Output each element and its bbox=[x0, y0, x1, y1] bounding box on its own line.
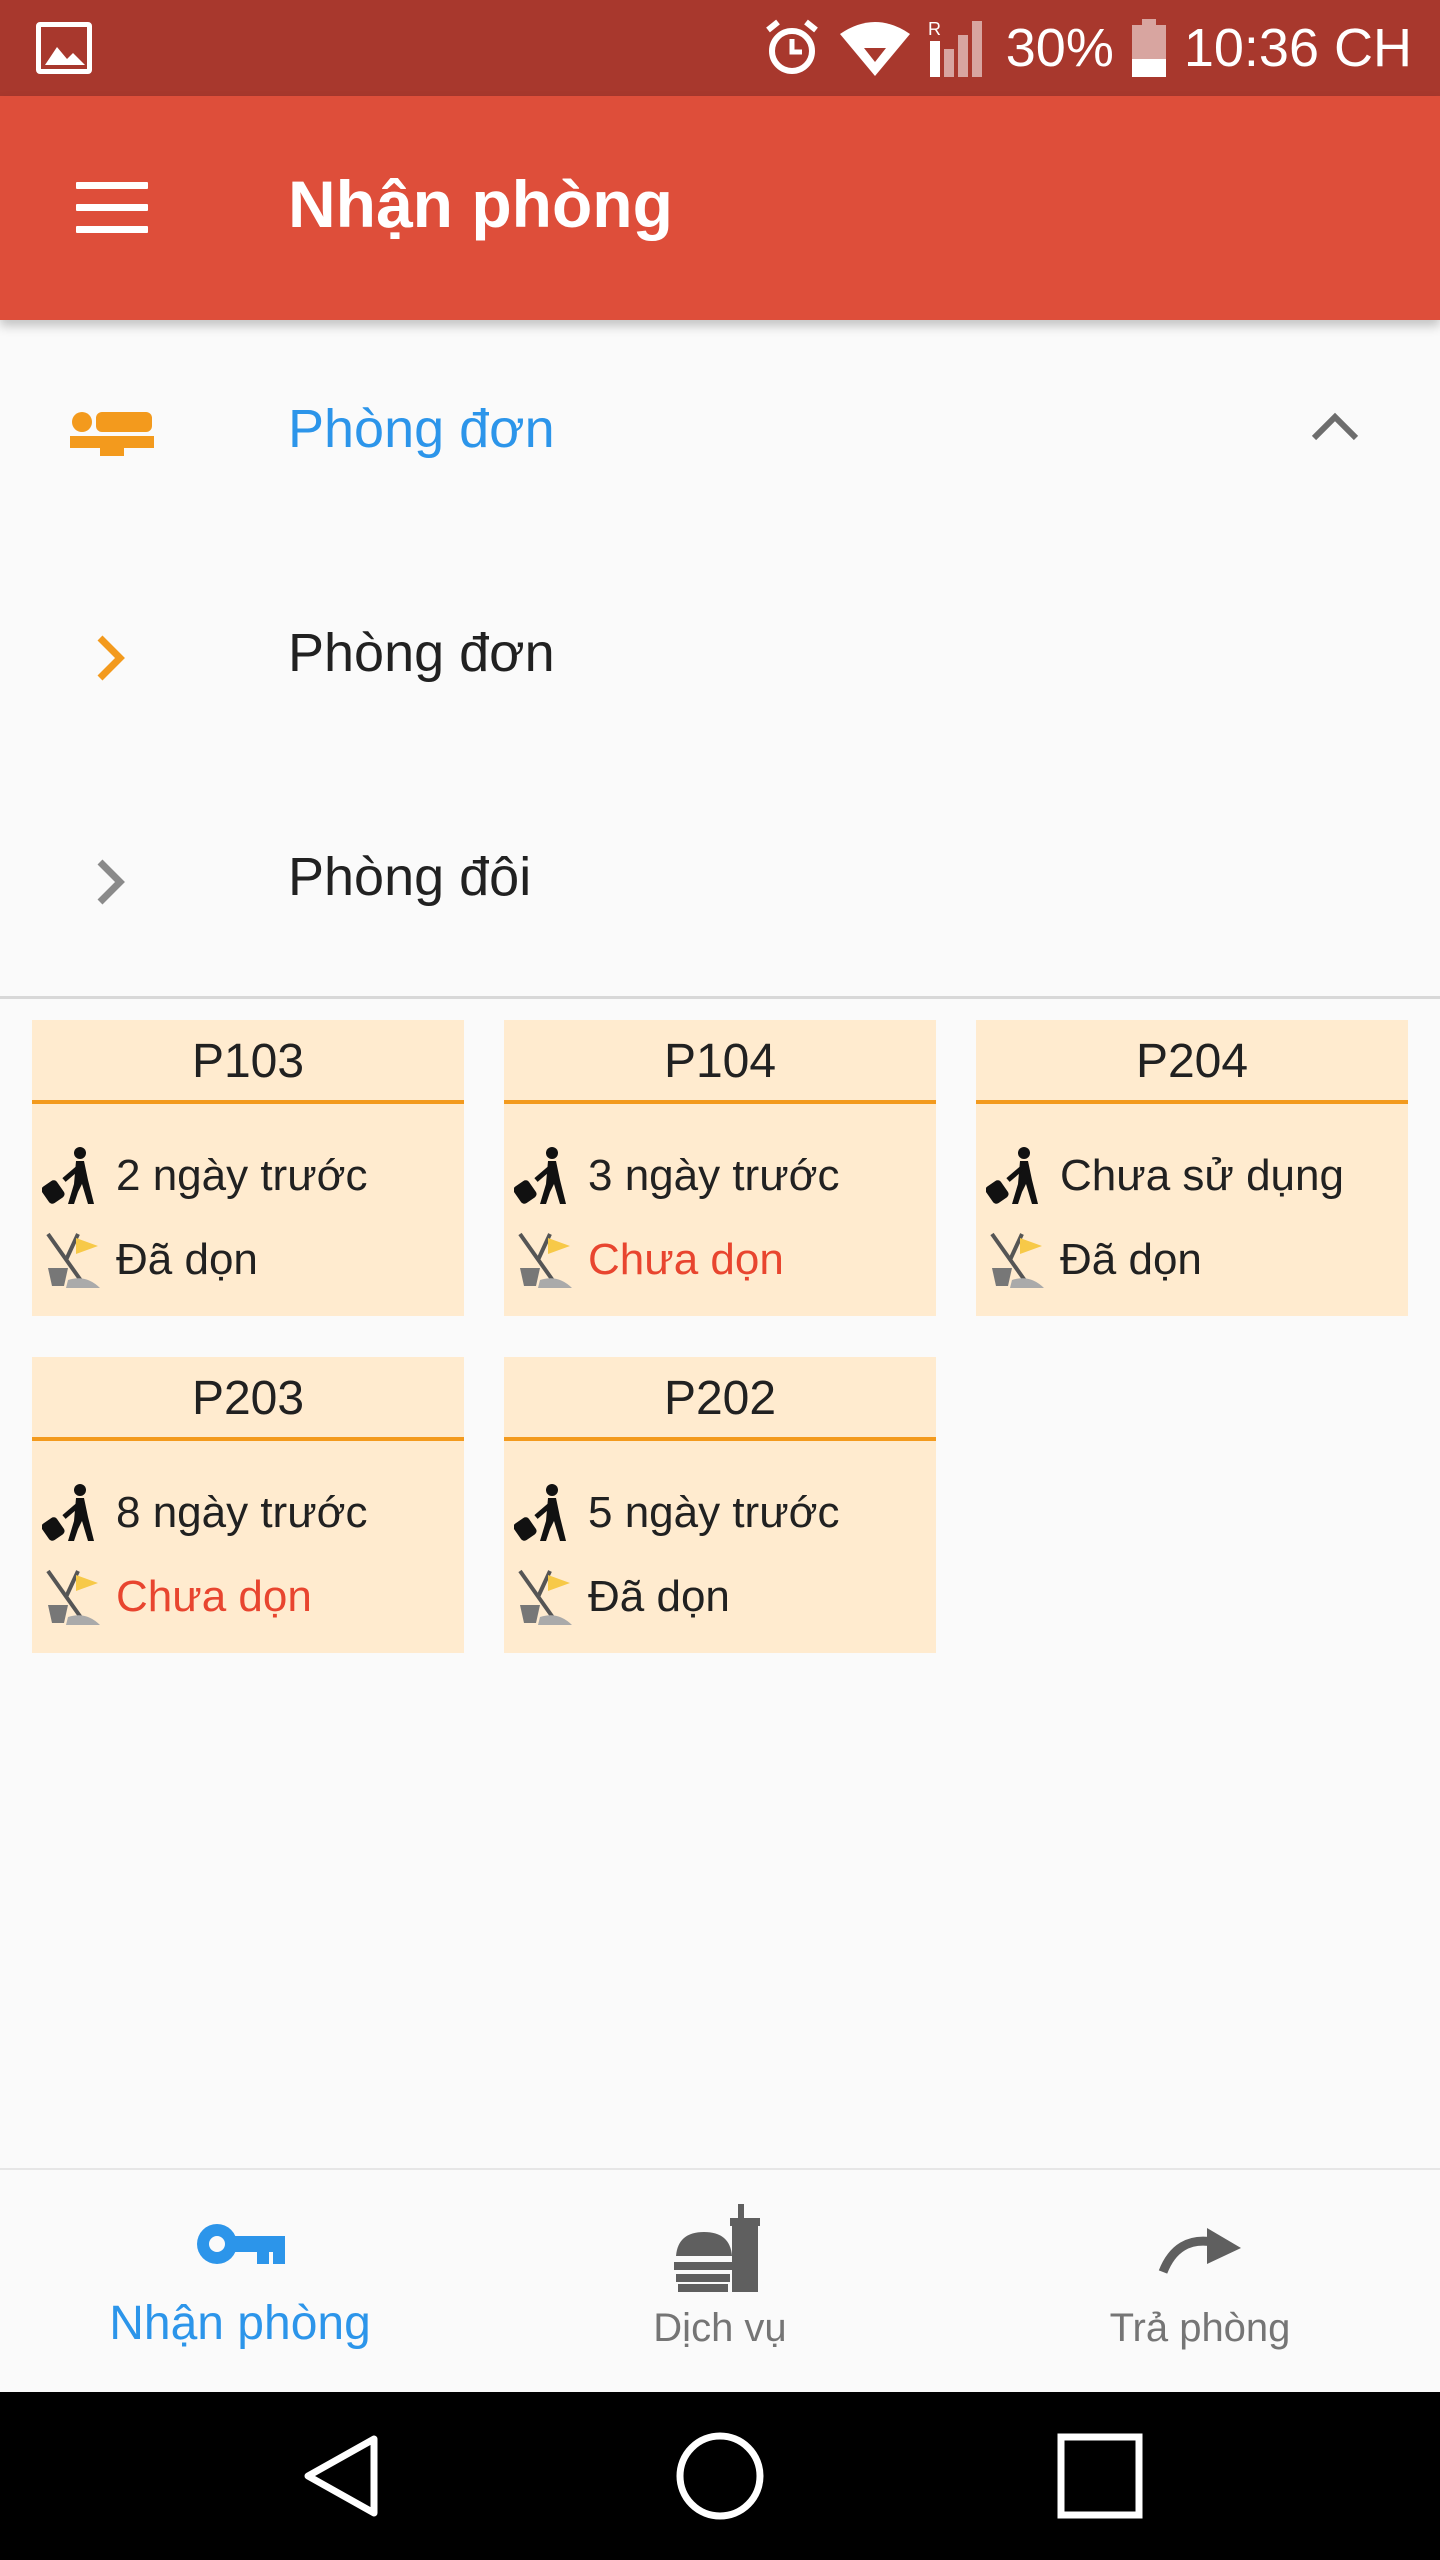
nav-label: Dịch vụ bbox=[653, 2306, 787, 2350]
system-navigation-bar bbox=[0, 2392, 1440, 2560]
home-button[interactable] bbox=[620, 2392, 820, 2560]
room-name: P204 bbox=[976, 1020, 1408, 1104]
battery-icon bbox=[1131, 19, 1166, 77]
status-bar: R 30% 10:36 CH bbox=[0, 0, 1440, 96]
room-category-list: Phòng đơn Phòng đơn Phòng đôi bbox=[0, 320, 1440, 996]
room-card-p202[interactable]: P202 5 ngày trước Đã dọn bbox=[504, 1357, 936, 1653]
wifi-icon bbox=[839, 22, 910, 76]
room-card-p204[interactable]: P204 Chưa sử dụng Đã dọn bbox=[976, 1020, 1408, 1316]
battery-percent: 30% bbox=[1005, 18, 1114, 78]
chevron-up-icon[interactable] bbox=[1310, 410, 1360, 442]
nav-checkin[interactable]: Nhận phòng bbox=[0, 2170, 480, 2394]
cleaning-status: Đã dọn bbox=[1060, 1235, 1202, 1284]
redo-arrow-icon bbox=[1158, 2228, 1241, 2274]
cleaning-status: Chưa dọn bbox=[116, 1572, 312, 1621]
chevron-right-icon bbox=[97, 859, 125, 905]
traveler-icon bbox=[42, 1484, 94, 1541]
back-triangle-icon bbox=[304, 2435, 378, 2517]
traveler-icon bbox=[514, 1484, 566, 1541]
nav-services[interactable]: Dịch vụ bbox=[480, 2170, 960, 2394]
cleaning-status: Chưa dọn bbox=[588, 1235, 784, 1284]
svg-text:R: R bbox=[928, 19, 941, 39]
bottom-navigation: Nhận phòng Dịch vụ Trả phòng bbox=[0, 2168, 1440, 2392]
category-header-label: Phòng đơn bbox=[288, 399, 555, 459]
cleaning-status: Đã dọn bbox=[116, 1235, 258, 1284]
app-bar: Nhận phòng bbox=[0, 96, 1440, 320]
alarm-icon bbox=[765, 19, 818, 74]
traveler-icon bbox=[514, 1147, 566, 1204]
traveler-icon bbox=[986, 1147, 1038, 1204]
chevron-right-icon bbox=[97, 635, 125, 681]
category-item-double-room[interactable]: Phòng đôi bbox=[0, 768, 1440, 992]
back-button[interactable] bbox=[240, 2392, 440, 2560]
room-name: P103 bbox=[32, 1020, 464, 1104]
menu-icon[interactable] bbox=[76, 182, 148, 234]
recents-button[interactable] bbox=[1000, 2392, 1200, 2560]
category-item-label: Phòng đơn bbox=[288, 623, 555, 683]
home-circle-icon bbox=[676, 2432, 764, 2520]
room-card-p104[interactable]: P104 3 ngày trước Chưa dọn bbox=[504, 1020, 936, 1316]
checkin-time: 8 ngày trước bbox=[116, 1488, 368, 1537]
cleaning-status: Đã dọn bbox=[588, 1572, 730, 1621]
signal-icon: R bbox=[928, 19, 982, 77]
gallery-icon bbox=[36, 22, 92, 74]
clock: 10:36 CH bbox=[1183, 18, 1412, 78]
cleaning-icon bbox=[518, 1232, 572, 1288]
nav-checkout[interactable]: Trả phòng bbox=[960, 2170, 1440, 2394]
bed-icon bbox=[70, 412, 154, 456]
recents-square-icon bbox=[1057, 2433, 1143, 2519]
room-name: P203 bbox=[32, 1357, 464, 1441]
category-item-label: Phòng đôi bbox=[288, 847, 532, 907]
cleaning-icon bbox=[518, 1569, 572, 1625]
checkin-time: Chưa sử dụng bbox=[1060, 1151, 1344, 1200]
checkin-time: 2 ngày trước bbox=[116, 1151, 368, 1200]
cleaning-icon bbox=[990, 1232, 1044, 1288]
room-name: P104 bbox=[504, 1020, 936, 1104]
category-header-single-room[interactable]: Phòng đơn bbox=[0, 320, 1440, 544]
page-title: Nhận phòng bbox=[288, 167, 673, 241]
checkin-time: 3 ngày trước bbox=[588, 1151, 840, 1200]
cleaning-icon bbox=[46, 1569, 100, 1625]
room-name: P202 bbox=[504, 1357, 936, 1441]
category-item-single-room[interactable]: Phòng đơn bbox=[0, 544, 1440, 768]
food-service-icon bbox=[674, 2204, 760, 2292]
traveler-icon bbox=[42, 1147, 94, 1204]
nav-label: Trả phòng bbox=[1109, 2306, 1291, 2350]
nav-label: Nhận phòng bbox=[109, 2297, 371, 2350]
cleaning-icon bbox=[46, 1232, 100, 1288]
divider bbox=[0, 996, 1440, 999]
room-card-p203[interactable]: P203 8 ngày trước Chưa dọn bbox=[32, 1357, 464, 1653]
key-icon bbox=[197, 2224, 285, 2264]
checkin-time: 5 ngày trước bbox=[588, 1488, 840, 1537]
room-card-p103[interactable]: P103 2 ngày trước Đã dọn bbox=[32, 1020, 464, 1316]
